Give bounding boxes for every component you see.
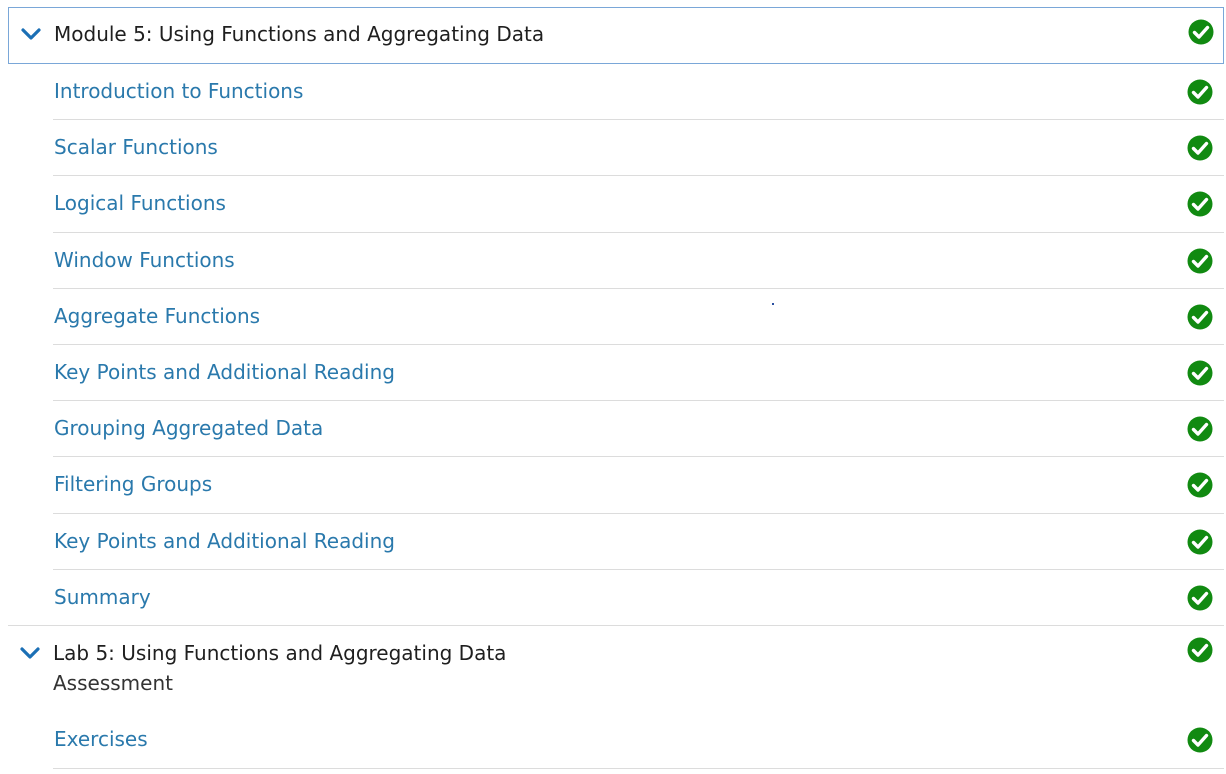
check-circle-icon <box>1187 727 1213 753</box>
list-item[interactable]: Exercises <box>53 712 1224 769</box>
item-link[interactable]: Exercises <box>54 727 148 751</box>
list-item[interactable]: Introduction to Functions <box>53 64 1224 121</box>
check-circle-icon <box>1187 191 1213 217</box>
check-circle-icon <box>1187 79 1213 105</box>
check-circle-icon <box>1187 416 1213 442</box>
course-outline: Module 5: Using Functions and Aggregatin… <box>0 0 1226 774</box>
list-item[interactable]: Key Points and Additional Reading <box>53 345 1224 402</box>
item-link[interactable]: Logical Functions <box>54 191 226 215</box>
item-link[interactable]: Aggregate Functions <box>54 304 260 328</box>
item-link[interactable]: Grouping Aggregated Data <box>54 416 323 440</box>
list-item[interactable]: Scalar Functions <box>53 120 1224 177</box>
chevron-down-icon[interactable] <box>20 647 40 661</box>
check-circle-icon <box>1188 19 1214 45</box>
list-item[interactable]: Grouping Aggregated Data <box>53 401 1224 458</box>
item-link[interactable]: Key Points and Additional Reading <box>54 529 395 553</box>
check-circle-icon <box>1187 135 1213 161</box>
check-circle-icon <box>1187 529 1213 555</box>
item-link[interactable]: Scalar Functions <box>54 135 218 159</box>
list-item[interactable]: Summary <box>53 570 1224 626</box>
check-circle-icon <box>1187 360 1213 386</box>
check-circle-icon <box>1187 585 1213 611</box>
item-link[interactable]: Filtering Groups <box>54 472 212 496</box>
list-item[interactable]: Key Points and Additional Reading <box>53 514 1224 570</box>
stray-dot <box>772 303 774 305</box>
check-circle-icon <box>1187 472 1213 498</box>
item-link[interactable]: Summary <box>54 585 151 609</box>
lab-subtitle: Assessment <box>53 671 173 695</box>
module-title[interactable]: Module 5: Using Functions and Aggregatin… <box>54 22 544 46</box>
lab-title[interactable]: Lab 5: Using Functions and Aggregating D… <box>53 641 506 665</box>
item-link[interactable]: Key Points and Additional Reading <box>54 360 395 384</box>
check-circle-icon <box>1187 637 1213 663</box>
list-item[interactable]: Filtering Groups <box>53 457 1224 514</box>
chevron-down-icon[interactable] <box>21 28 41 42</box>
item-link[interactable]: Window Functions <box>54 248 235 272</box>
list-item[interactable]: Logical Functions <box>53 176 1224 233</box>
list-item[interactable]: Window Functions <box>53 233 1224 289</box>
lab-header[interactable]: Lab 5: Using Functions and Aggregating D… <box>8 626 1224 712</box>
list-item[interactable]: Aggregate Functions <box>53 289 1224 345</box>
module-header[interactable]: Module 5: Using Functions and Aggregatin… <box>8 7 1224 64</box>
check-circle-icon <box>1187 304 1213 330</box>
check-circle-icon <box>1187 248 1213 274</box>
item-link[interactable]: Introduction to Functions <box>54 79 303 103</box>
